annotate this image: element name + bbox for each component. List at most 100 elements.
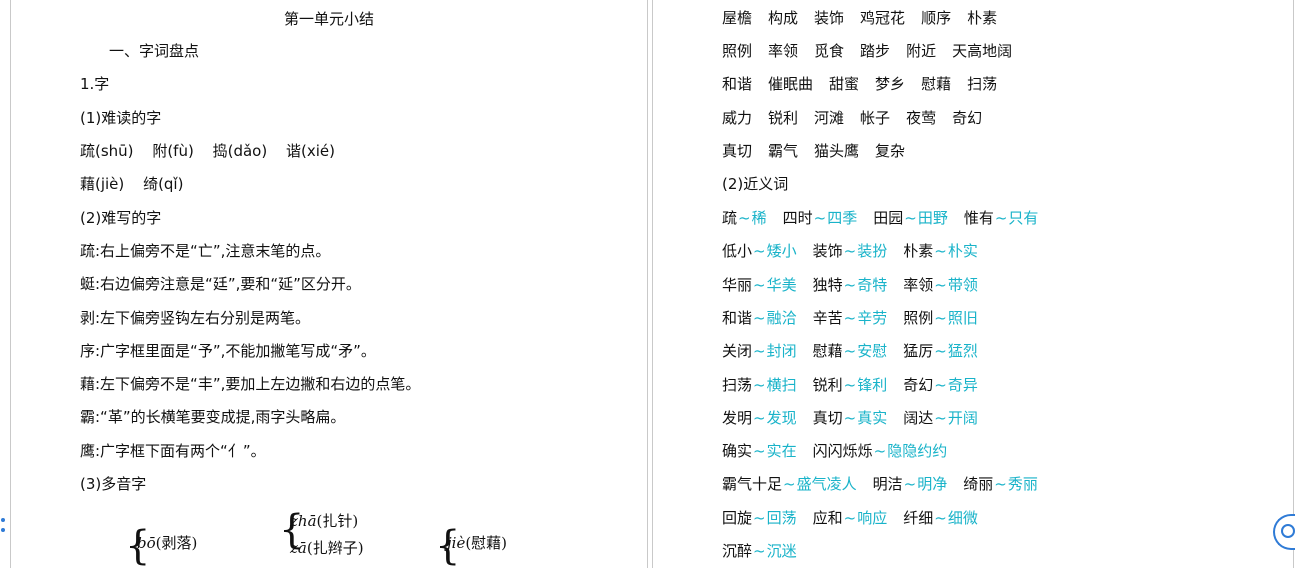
synonym-target: 回荡: [766, 509, 797, 527]
synonym-pair: 低小~矮小: [722, 242, 797, 260]
synonym-target: 沉迷: [766, 542, 797, 560]
tilde-separator: ~: [753, 342, 766, 360]
word-item: 觅食: [814, 42, 845, 60]
synonym-target: 融洽: [766, 309, 797, 327]
hard-write-item: 疏:右上偏旁不是“亡”,注意末笔的点。: [80, 242, 331, 260]
word-item: 屋檐: [722, 9, 753, 27]
tilde-separator: ~: [753, 442, 766, 460]
synonym-target: 稀: [751, 209, 767, 227]
hard-write-item: 蜓:右边偏旁注意是“廷”,要和“延”区分开。: [80, 275, 361, 293]
word-item: 河滩: [814, 109, 845, 127]
synonym-target: 猛烈: [947, 342, 978, 360]
tilde-separator: ~: [753, 309, 766, 327]
tilde-separator: ~: [753, 509, 766, 527]
synonym-target: 秀丽: [1007, 475, 1038, 493]
synonym-pair: 纤细~细微: [903, 509, 978, 527]
polyphone-example: (扎针): [316, 512, 359, 530]
synonym-pair: 明洁~明净: [873, 475, 948, 493]
synonym-target: 奇特: [857, 276, 888, 294]
right-page: 屋檐 构成 装饰 鸡冠花 顺序 朴素 照例 率领 觅食 踏步 附近 天高地阔 和谐 催眠曲 甜蜜 梦乡 慰藉 扫荡…: [652, 0, 1294, 568]
synonym-pair: 关闭~封闭: [722, 342, 797, 360]
synonym-pair: 沉醉~沉迷: [722, 542, 797, 560]
synonym-row: 疏~稀 四时~四季 田园~田野 惟有~只有: [722, 208, 1054, 228]
polyphone-entry: jiè(慰藉): [447, 532, 507, 553]
synonym-source: 四时: [782, 209, 813, 227]
tilde-separator: ~: [843, 409, 857, 427]
synonym-pair: 确实~实在: [722, 442, 797, 460]
tilde-separator: ~: [934, 342, 947, 360]
synonym-target: 田野: [917, 209, 948, 227]
word-item: 催眠曲: [768, 75, 814, 93]
synonym-source: 真切: [812, 409, 843, 427]
synonym-source: 确实: [722, 442, 753, 460]
synonym-heading: (2)近义词: [722, 175, 789, 193]
synonym-source: 惟有: [963, 209, 994, 227]
tilde-separator: ~: [753, 376, 766, 394]
synonym-source: 应和: [812, 509, 843, 527]
hard-write-item: 鹰:广字框下面有两个“亻”。: [80, 442, 266, 460]
word-row: 屋檐 构成 装饰 鸡冠花 顺序 朴素: [722, 8, 1013, 28]
synonym-target: 锋利: [857, 376, 888, 394]
synonym-source: 扫荡: [722, 376, 753, 394]
page-title: 第一单元小结: [283, 10, 374, 28]
synonym-target: 隐隐约约: [887, 442, 948, 460]
hard-write-item: 霸:“革”的长横笔要变成提,雨字头略扁。: [80, 408, 346, 426]
synonym-source: 照例: [903, 309, 934, 327]
section-heading: 一、字词盘点: [109, 42, 200, 60]
tilde-separator: ~: [934, 309, 947, 327]
synonym-source: 明洁: [872, 475, 903, 493]
synonym-pair: 辛苦~辛劳: [813, 309, 888, 327]
word-item: 霸气: [768, 142, 799, 160]
synonym-pair: 独特~奇特: [813, 276, 888, 294]
tilde-separator: ~: [753, 276, 766, 294]
synonym-target: 朴实: [947, 242, 978, 260]
tilde-separator: ~: [934, 276, 947, 294]
synonym-source: 和谐: [722, 309, 753, 327]
tilde-separator: ~: [903, 475, 917, 493]
synonym-pair: 应和~响应: [813, 509, 888, 527]
synonym-target: 带领: [947, 276, 978, 294]
polyphone-pinyin: jiè: [447, 534, 466, 552]
tilde-separator: ~: [994, 475, 1007, 493]
synonym-source: 关闭: [722, 342, 753, 360]
polyphone-heading: (3)多音字: [80, 475, 147, 493]
synonym-pair: 回旋~回荡: [722, 509, 797, 527]
synonym-row: 和谐~融洽 辛苦~辛劳 照例~照旧: [722, 308, 994, 328]
hard-write-item: 藉:左下偏旁不是“丰”,要加上左边撇和右边的点笔。: [80, 375, 421, 393]
hard-read-item: 谐(xié): [286, 142, 335, 160]
word-item: 真切: [722, 142, 753, 160]
polyphone-example: (剥落): [155, 534, 198, 552]
synonym-target: 发现: [766, 409, 797, 427]
synonym-row: 关闭~封闭 慰藉~安慰 猛厉~猛烈: [722, 341, 994, 361]
synonym-target: 矮小: [766, 242, 797, 260]
word-item: 梦乡: [875, 75, 906, 93]
synonym-source: 阔达: [903, 409, 934, 427]
synonym-source: 闪闪烁烁: [812, 442, 873, 460]
tilde-separator: ~: [843, 309, 857, 327]
synonym-target: 真实: [857, 409, 888, 427]
synonym-pair: 阔达~开阔: [903, 409, 978, 427]
polyphone-entry: zhā(扎针): [290, 510, 358, 531]
synonym-pair: 四时~四季: [783, 209, 858, 227]
synonym-source: 霸气十足: [722, 475, 783, 493]
polyphone-entry: zā(扎辫子): [290, 537, 364, 558]
document-viewer: 第一单元小结 一、字词盘点 1.字 (1)难读的字 疏(shū) 附(fù) 捣…: [0, 0, 1295, 568]
synonym-row: 沉醉~沉迷: [722, 541, 813, 561]
word-item: 猫头鹰: [814, 142, 860, 160]
tilde-separator: ~: [783, 475, 796, 493]
word-item: 天高地阔: [952, 42, 1013, 60]
synonym-target: 安慰: [857, 342, 888, 360]
synonym-source: 纤细: [903, 509, 934, 527]
tilde-separator: ~: [843, 276, 857, 294]
tilde-separator: ~: [753, 542, 766, 560]
word-row: 和谐 催眠曲 甜蜜 梦乡 慰藉 扫荡: [722, 74, 1013, 94]
tilde-separator: ~: [738, 209, 751, 227]
word-item: 帐子: [860, 109, 891, 127]
word-item: 鸡冠花: [860, 9, 906, 27]
synonym-pair: 惟有~只有: [964, 209, 1039, 227]
synonym-pair: 绮丽~秀丽: [963, 475, 1038, 493]
synonym-source: 锐利: [812, 376, 843, 394]
synonym-row: 低小~矮小 装饰~装扮 朴素~朴实: [722, 241, 994, 261]
word-item: 装饰: [814, 9, 845, 27]
tilde-separator: ~: [934, 242, 947, 260]
